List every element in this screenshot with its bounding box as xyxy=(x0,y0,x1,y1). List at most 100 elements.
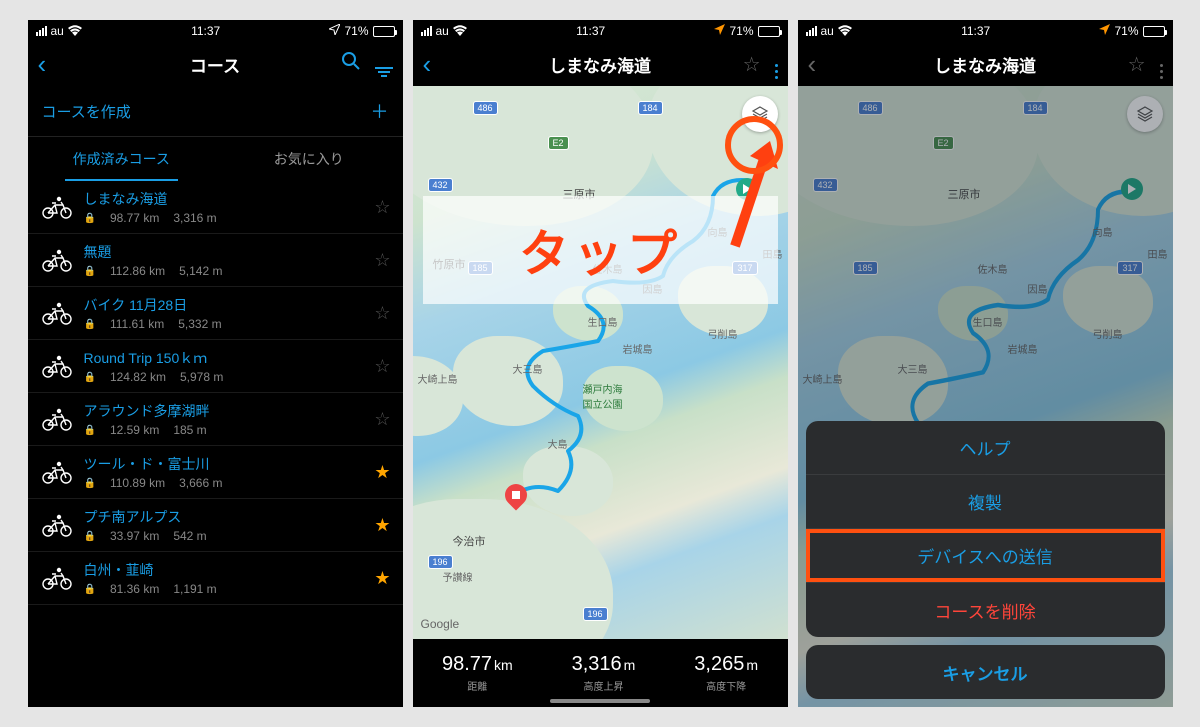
course-item[interactable]: プチ南アルプス🔒33.97 km542 m★ xyxy=(28,499,403,552)
map-label: 大崎上島 xyxy=(803,371,843,386)
course-distance: 98.77 km xyxy=(110,211,159,225)
course-name: 白州・韮崎 xyxy=(84,560,365,580)
create-course-button[interactable]: コースを作成 ＋ xyxy=(28,86,403,137)
stat-descent: 3,265m 高度下降 xyxy=(694,653,758,693)
route-shield: 486 xyxy=(858,101,883,115)
tap-annotation: タップ xyxy=(423,196,778,304)
map-label: 岩城島 xyxy=(623,341,653,356)
sheet-help[interactable]: ヘルプ xyxy=(806,421,1165,475)
clock: 11:37 xyxy=(961,24,990,38)
course-elevation: 185 m xyxy=(173,423,206,437)
battery-icon xyxy=(758,26,780,37)
map-label: 大島 xyxy=(548,436,568,451)
plus-icon: ＋ xyxy=(371,98,389,124)
more-icon[interactable] xyxy=(775,50,778,79)
favorite-star[interactable]: ★ xyxy=(374,515,390,536)
course-distance: 12.59 km xyxy=(110,423,159,437)
search-icon[interactable] xyxy=(341,51,361,77)
lock-icon: 🔒 xyxy=(84,372,96,383)
map-label: 因島 xyxy=(1028,281,1048,296)
course-elevation: 5,332 m xyxy=(178,317,221,331)
course-list[interactable]: しまなみ海道🔒98.77 km3,316 m☆無題🔒112.86 km5,142… xyxy=(28,181,403,707)
stat-value: 3,316 xyxy=(572,653,622,675)
favorite-star[interactable]: ☆ xyxy=(374,409,390,430)
cycling-icon xyxy=(40,243,74,277)
course-item[interactable]: 無題🔒112.86 km5,142 m☆ xyxy=(28,234,403,287)
map-layers-button[interactable] xyxy=(1127,96,1163,132)
course-elevation: 5,978 m xyxy=(180,370,223,384)
map-label: 予讃線 xyxy=(443,569,473,584)
course-distance: 112.86 km xyxy=(110,264,165,278)
cycling-icon xyxy=(40,349,74,383)
sheet-send-to-device[interactable]: デバイスへの送信 xyxy=(806,529,1165,583)
stat-unit: m xyxy=(624,657,636,673)
location-icon xyxy=(714,24,725,38)
course-name: プチ南アルプス xyxy=(84,507,365,527)
filter-icon[interactable] xyxy=(375,52,393,77)
course-name: アラウンド多摩湖畔 xyxy=(84,401,365,421)
sheet-label: コースを削除 xyxy=(934,598,1035,623)
nav-bar: ‹ コース xyxy=(28,42,403,86)
tab-created-label: 作成済みコース xyxy=(73,149,170,169)
lock-icon: 🔒 xyxy=(84,213,96,224)
course-item[interactable]: ツール・ド・富士川🔒110.89 km3,666 m★ xyxy=(28,446,403,499)
signal-icon xyxy=(806,26,817,36)
back-icon[interactable]: ‹ xyxy=(38,49,47,80)
course-elevation: 3,666 m xyxy=(179,476,222,490)
back-icon[interactable]: ‹ xyxy=(808,49,817,80)
course-distance: 111.61 km xyxy=(110,317,164,331)
map-label: 生口島 xyxy=(588,314,618,329)
sheet-delete[interactable]: コースを削除 xyxy=(806,583,1165,637)
favorite-icon[interactable]: ☆ xyxy=(1128,52,1146,77)
clock: 11:37 xyxy=(191,24,220,38)
course-item[interactable]: Round Trip 150ｋｍ🔒124.82 km5,978 m☆ xyxy=(28,340,403,393)
favorite-star[interactable]: ☆ xyxy=(374,197,390,218)
status-bar: au 11:37 71% xyxy=(413,20,788,42)
tab-favorites[interactable]: お気に入り xyxy=(215,137,403,181)
map-label: 瀬戸内海 国立公園 xyxy=(583,381,623,411)
course-distance: 110.89 km xyxy=(110,476,165,490)
nav-bar: ‹ しまなみ海道 ☆ xyxy=(798,42,1173,86)
course-item[interactable]: 白州・韮崎🔒81.36 km1,191 m★ xyxy=(28,552,403,605)
location-icon xyxy=(1099,24,1110,38)
page-title: コース xyxy=(190,52,240,77)
carrier-label: au xyxy=(436,24,449,38)
map-label: 弓削島 xyxy=(1093,326,1123,341)
favorite-icon[interactable]: ☆ xyxy=(743,52,761,77)
course-item[interactable]: アラウンド多摩湖畔🔒12.59 km185 m☆ xyxy=(28,393,403,446)
cycling-icon xyxy=(40,455,74,489)
stat-unit: m xyxy=(746,657,758,673)
battery-icon xyxy=(1143,26,1165,37)
screen-course-map: au 11:37 71% ‹ しまなみ海道 ☆ xyxy=(413,20,788,707)
favorite-star[interactable]: ☆ xyxy=(374,303,390,324)
carrier-label: au xyxy=(51,24,64,38)
map[interactable]: 486 184 E2 432 185 317 196 196 三原市 向島 竹原… xyxy=(413,86,788,639)
course-item[interactable]: しまなみ海道🔒98.77 km3,316 m☆ xyxy=(28,181,403,234)
favorite-star[interactable]: ☆ xyxy=(374,356,390,377)
sheet-duplicate[interactable]: 複製 xyxy=(806,475,1165,529)
more-icon[interactable] xyxy=(1160,50,1163,79)
map-label: 大崎上島 xyxy=(418,371,458,386)
page-title: しまなみ海道 xyxy=(549,52,651,77)
lock-icon: 🔒 xyxy=(84,266,96,277)
home-indicator[interactable] xyxy=(550,699,650,703)
course-item[interactable]: バイク 11月28日🔒111.61 km5,332 m☆ xyxy=(28,287,403,340)
signal-icon xyxy=(36,26,47,36)
tab-created[interactable]: 作成済みコース xyxy=(28,137,216,181)
clock: 11:37 xyxy=(576,24,605,38)
route-shield: 184 xyxy=(638,101,663,115)
course-elevation: 3,316 m xyxy=(173,211,216,225)
route-shield: 184 xyxy=(1023,101,1048,115)
favorite-star[interactable]: ★ xyxy=(374,462,390,483)
battery-icon xyxy=(373,26,395,37)
course-elevation: 1,191 m xyxy=(173,582,216,596)
map-label: 三原市 xyxy=(948,186,981,202)
route-shield: 486 xyxy=(473,101,498,115)
favorite-star[interactable]: ☆ xyxy=(374,250,390,271)
favorite-star[interactable]: ★ xyxy=(374,568,390,589)
stats-bar: 98.77km 距離 3,316m 高度上昇 3,265m 高度下降 xyxy=(413,639,788,707)
cycling-icon xyxy=(40,296,74,330)
back-icon[interactable]: ‹ xyxy=(423,49,432,80)
sheet-cancel[interactable]: キャンセル xyxy=(806,645,1165,699)
stat-ascent: 3,316m 高度上昇 xyxy=(572,653,636,693)
